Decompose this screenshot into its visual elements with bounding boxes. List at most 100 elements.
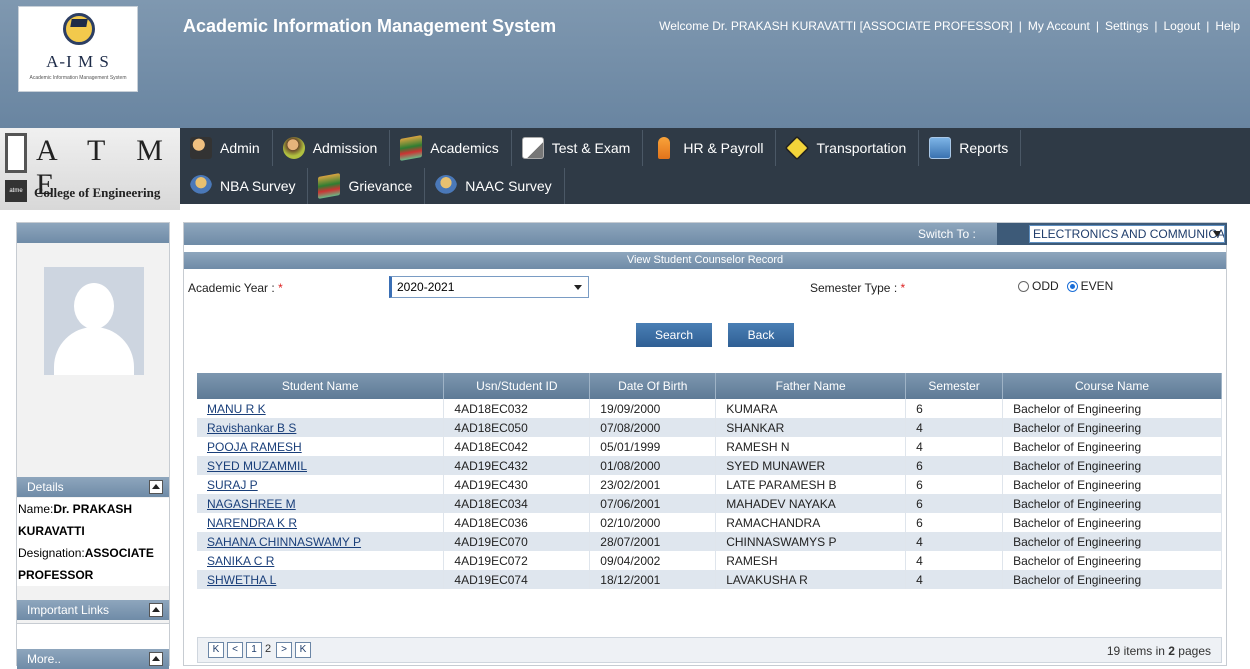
student-name-link[interactable]: POOJA RAMESH	[207, 440, 302, 454]
collapse-links-icon[interactable]	[149, 603, 163, 617]
college-logo: A T M E atme College of Engineering	[0, 128, 180, 210]
collapse-more-icon[interactable]	[149, 652, 163, 666]
details-body: Name:Dr. PRAKASH KURAVATTI Designation:A…	[17, 498, 169, 586]
test-exam-icon	[521, 137, 544, 159]
student-name-link[interactable]: NARENDRA K R	[207, 516, 297, 530]
avatar	[44, 267, 144, 375]
nav-item-reports[interactable]: Reports	[919, 130, 1022, 166]
student-name-cell: SURAJ P	[197, 475, 445, 494]
course-cell: Bachelor of Engineering	[1002, 475, 1222, 494]
table-row: NAGASHREE M 4AD18EC034 07/06/2001 MAHADEV N…	[197, 494, 1222, 513]
student-table: Student Name Usn/Student ID Date Of Birt…	[197, 373, 1222, 589]
admission-icon	[282, 137, 305, 159]
last-page-button[interactable]: K	[295, 642, 311, 658]
semester-cell: 4	[905, 437, 1004, 456]
usn-cell: 4AD18EC050	[443, 418, 591, 437]
table-row: POOJA RAMESH 4AD18EC042 05/01/1999 RAMESH N…	[197, 437, 1222, 456]
table-row: SHWETHA L 4AD19EC074 18/12/2001 LAVAKUSHA R…	[197, 570, 1222, 589]
collapse-details-icon[interactable]	[149, 480, 163, 494]
help-link[interactable]: Help	[1215, 19, 1240, 33]
student-name-cell: POOJA RAMESH	[197, 437, 445, 456]
col-student-name[interactable]: Student Name	[197, 373, 445, 399]
col-course-name[interactable]: Course Name	[1002, 373, 1222, 399]
department-select[interactable]: ELECTRONICS AND COMMUNICA	[1029, 225, 1225, 243]
nav-item-academics[interactable]: Academics	[390, 130, 512, 166]
prev-page-button[interactable]: <	[227, 642, 243, 658]
student-name-cell: SANIKA C R	[197, 551, 445, 570]
semester-cell: 6	[905, 456, 1004, 475]
dob-cell: 09/04/2002	[589, 551, 717, 570]
nav-label: NAAC Survey	[465, 178, 552, 194]
nav-item-hr-payroll[interactable]: HR & Payroll	[643, 130, 777, 166]
table-body: MANU R K 4AD18EC032 19/09/2000 KUMARA 6 Bache…	[197, 399, 1222, 589]
father-name-cell: RAMESH	[715, 551, 907, 570]
important-links-header[interactable]: Important Links	[17, 600, 169, 620]
student-name-link[interactable]: SAHANA CHINNASWAMY P	[207, 535, 361, 549]
settings-link[interactable]: Settings	[1105, 19, 1148, 33]
switch-label: Switch To :	[918, 227, 976, 241]
chevron-down-icon	[574, 285, 582, 290]
nav-item-nba-survey[interactable]: NBA Survey	[180, 168, 309, 204]
nav-label: Test & Exam	[551, 140, 631, 156]
usn-cell: 4AD19EC432	[443, 456, 591, 475]
table-row: SANIKA C R 4AD19EC072 09/04/2002 RAMESH 4 Bac…	[197, 551, 1222, 570]
student-name-link[interactable]: Ravishankar B S	[207, 421, 296, 435]
nav-label: Grievance	[348, 178, 413, 194]
next-page-button[interactable]: >	[276, 642, 292, 658]
col-usn[interactable]: Usn/Student ID	[443, 373, 591, 399]
table-row: SAHANA CHINNASWAMY P 4AD19EC070 28/07/2001…	[197, 532, 1222, 551]
total-pages: 2	[1168, 644, 1175, 658]
page-1-button[interactable]: 1	[246, 642, 262, 658]
table-header-row: Student Name Usn/Student ID Date Of Birt…	[197, 373, 1222, 399]
student-name-link[interactable]: NAGASHREE M	[207, 497, 296, 511]
main-topbar: Switch To : ELECTRONICS AND COMMUNICA	[184, 223, 1227, 245]
student-name-link[interactable]: SURAJ P	[207, 478, 258, 492]
nav-item-grievance[interactable]: Grievance	[308, 168, 426, 204]
more-title: More..	[27, 652, 62, 666]
academic-year-select[interactable]: 2020-2021	[389, 276, 589, 298]
details-header[interactable]: Details	[17, 477, 169, 497]
dob-cell: 18/12/2001	[589, 570, 717, 589]
col-semester[interactable]: Semester	[905, 373, 1004, 399]
chevron-down-icon	[1213, 231, 1221, 237]
nav-label: Academics	[430, 140, 499, 156]
academic-year-value: 2020-2021	[397, 280, 455, 294]
my-account-link[interactable]: My Account	[1028, 19, 1090, 33]
more-header[interactable]: More..	[17, 649, 169, 669]
usn-cell: 4AD18EC034	[443, 494, 591, 513]
nav-item-test-exam[interactable]: Test & Exam	[512, 130, 644, 166]
student-name-link[interactable]: SHWETHA L	[207, 573, 276, 587]
dob-cell: 07/08/2000	[589, 418, 717, 437]
first-page-button[interactable]: K	[208, 642, 224, 658]
table-row: Ravishankar B S 4AD18EC050 07/08/2000 SHANK…	[197, 418, 1222, 437]
table-row: NARENDRA K R 4AD18EC036 02/10/2000 RAMACHAN…	[197, 513, 1222, 532]
left-panel-header	[17, 223, 169, 243]
back-button[interactable]: Back	[728, 323, 794, 347]
designation-line: Designation:ASSOCIATE PROFESSOR	[18, 542, 169, 586]
dob-cell: 01/08/2000	[589, 456, 717, 475]
radio-even[interactable]	[1066, 280, 1078, 292]
nav-item-naac-survey[interactable]: NAAC Survey	[425, 168, 565, 204]
nav-item-admission[interactable]: Admission	[273, 130, 391, 166]
col-father-name[interactable]: Father Name	[715, 373, 907, 399]
academics-icon	[400, 135, 423, 161]
academic-year-label: Academic Year : *	[188, 281, 283, 295]
usn-cell: 4AD18EC042	[443, 437, 591, 456]
student-name-link[interactable]: SYED MUZAMMIL	[207, 459, 307, 473]
nav-label: Reports	[959, 140, 1009, 156]
col-dob[interactable]: Date Of Birth	[589, 373, 717, 399]
student-name-link[interactable]: SANIKA C R	[207, 554, 274, 568]
nav-item-admin[interactable]: Admin	[180, 130, 273, 166]
nav-label: HR & Payroll	[683, 140, 764, 156]
nav-label: Admission	[312, 140, 378, 156]
semester-cell: 6	[905, 399, 1004, 418]
logout-link[interactable]: Logout	[1163, 19, 1200, 33]
nav-item-transportation[interactable]: Transportation	[776, 130, 920, 166]
search-button[interactable]: Search	[636, 323, 712, 347]
student-name-link[interactable]: MANU R K	[207, 402, 266, 416]
radio-odd[interactable]	[1018, 280, 1029, 292]
nav-label: Transportation	[816, 140, 907, 156]
aims-logo[interactable]: A-I M S Academic Information Management …	[18, 6, 138, 92]
header: A-I M S Academic Information Management …	[0, 0, 1250, 210]
father-name-cell: LATE PARAMESH B	[715, 475, 907, 494]
